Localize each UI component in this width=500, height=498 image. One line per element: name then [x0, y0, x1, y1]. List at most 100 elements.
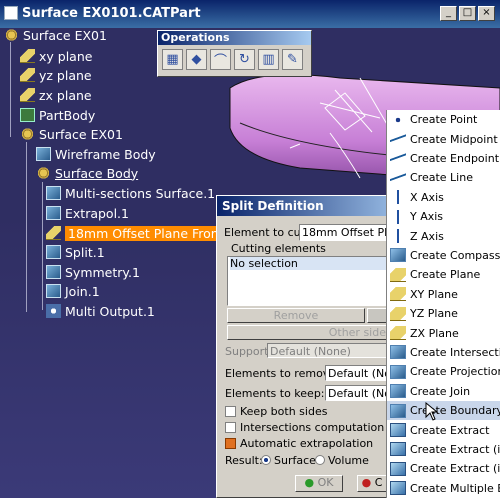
- tree-label: yz plane: [39, 67, 92, 83]
- extract-icon: [390, 481, 406, 496]
- output-icon: [46, 304, 61, 318]
- ok-icon: ●: [304, 476, 318, 489]
- tree-label: Symmetry.1: [65, 264, 140, 280]
- menu-item-z-axis[interactable]: Z Axis: [387, 226, 500, 245]
- tree-label: 18mm Offset Plane From: [65, 225, 226, 241]
- menu-item-create-line[interactable]: Create Line: [387, 168, 500, 187]
- fillet-icon[interactable]: ◆: [186, 49, 207, 70]
- tree-item-yz-plane[interactable]: yz plane: [20, 66, 92, 84]
- boundary-icon: [390, 403, 406, 418]
- join-icon: [390, 384, 406, 399]
- body-icon: [36, 166, 51, 180]
- close-button[interactable]: ×: [478, 6, 495, 21]
- context-menu: Create Point Create Midpoint Create Endp…: [386, 110, 500, 498]
- menu-item-create-endpoint[interactable]: Create Endpoint: [387, 149, 500, 168]
- maximize-button[interactable]: □: [459, 6, 476, 21]
- plane-icon: [20, 68, 35, 82]
- minimize-button[interactable]: _: [440, 6, 457, 21]
- intersections-checkbox[interactable]: [225, 422, 236, 433]
- menu-label: XY Plane: [410, 287, 458, 301]
- menu-item-xy-plane[interactable]: XY Plane: [387, 285, 500, 304]
- menu-label: Create Extract (in po: [410, 442, 500, 456]
- surface-label: Surface: [274, 454, 316, 467]
- intersections-label: Intersections computation: [240, 421, 385, 434]
- keep-both-sides-checkbox[interactable]: [225, 406, 236, 417]
- cancel-button[interactable]: ● C: [357, 475, 387, 492]
- ok-label: OK: [317, 476, 334, 489]
- tree-label: Join.1: [65, 283, 100, 299]
- tree-item-join[interactable]: Join.1: [46, 282, 100, 300]
- app-icon: [4, 6, 18, 20]
- intersection-icon: [390, 345, 406, 360]
- menu-item-create-plane[interactable]: Create Plane: [387, 265, 500, 284]
- menu-item-create-join[interactable]: Create Join: [387, 382, 500, 401]
- tree-item-wireframe-body[interactable]: Wireframe Body: [36, 145, 156, 163]
- tree-label: Surface EX01: [23, 27, 107, 43]
- transform-icon[interactable]: ↻: [234, 49, 255, 70]
- tree-item-multi-output[interactable]: Multi Output.1: [46, 302, 155, 320]
- boolean-icon[interactable]: ▦: [162, 49, 183, 70]
- mouse-cursor-icon: [425, 402, 439, 421]
- menu-item-create-point[interactable]: Create Point: [387, 110, 500, 129]
- menu-item-create-midpoint[interactable]: Create Midpoint: [387, 129, 500, 148]
- tree-item-split[interactable]: Split.1: [46, 243, 105, 261]
- menu-label: Create Extract: [410, 423, 490, 437]
- compass-icon: [390, 248, 406, 263]
- axis-icon: [390, 209, 406, 224]
- cutting-elements-label: Cutting elements: [231, 242, 326, 255]
- menu-item-multiple-extract[interactable]: Create Multiple Extra: [387, 479, 500, 498]
- menu-item-create-boundary[interactable]: Create Boundary: [387, 401, 500, 421]
- extract-icon[interactable]: ✎: [282, 49, 303, 70]
- split-icon[interactable]: ⌒: [210, 49, 231, 70]
- tree-item-symmetry[interactable]: Symmetry.1: [46, 263, 140, 281]
- tree-connector: [42, 182, 43, 310]
- volume-radio[interactable]: [315, 455, 325, 465]
- extrapolate-icon[interactable]: ▥: [258, 49, 279, 70]
- tree-item-surface-body[interactable]: Surface Body: [36, 164, 138, 182]
- menu-label: Create Midpoint: [410, 132, 498, 146]
- tree-item-zx-plane[interactable]: zx plane: [20, 86, 92, 104]
- tree-item-extrapol[interactable]: Extrapol.1: [46, 204, 129, 222]
- body-icon: [36, 147, 51, 161]
- plane-icon: [390, 287, 406, 302]
- window-title: Surface EX0101.CATPart: [22, 6, 201, 21]
- tree-item-root[interactable]: Surface EX01: [4, 26, 107, 44]
- extract-icon: [390, 442, 406, 457]
- plane-icon: [46, 226, 61, 240]
- surface-icon: [46, 265, 61, 279]
- tree-label: Extrapol.1: [65, 205, 129, 221]
- surface-radio[interactable]: [261, 455, 271, 465]
- plane-icon: [20, 49, 35, 63]
- toolbar-title[interactable]: Operations: [158, 31, 311, 45]
- tree-item-xy-plane[interactable]: xy plane: [20, 47, 92, 65]
- axis-icon: [390, 229, 406, 244]
- tree-item-offset-plane[interactable]: 18mm Offset Plane From: [46, 224, 226, 242]
- menu-item-extract-in-point[interactable]: Create Extract (in po: [387, 440, 500, 459]
- tree-label: Multi Output.1: [65, 303, 155, 319]
- remove-button[interactable]: Remove: [227, 308, 365, 323]
- auto-extrapolation-checkbox[interactable]: [225, 438, 236, 449]
- menu-item-compass-dir[interactable]: Create Compass Dir: [387, 246, 500, 265]
- menu-item-x-axis[interactable]: X Axis: [387, 188, 500, 207]
- menu-item-y-axis[interactable]: Y Axis: [387, 207, 500, 226]
- menu-item-create-intersection[interactable]: Create Intersection: [387, 343, 500, 362]
- menu-item-zx-plane[interactable]: ZX Plane: [387, 323, 500, 342]
- menu-item-yz-plane[interactable]: YZ Plane: [387, 304, 500, 323]
- tree-item-partbody[interactable]: PartBody: [20, 106, 95, 124]
- cancel-icon: ●: [361, 476, 375, 489]
- curve-icon: [390, 151, 406, 166]
- menu-item-extract-in-tangent[interactable]: Create Extract (in ta: [387, 459, 500, 478]
- tree-label: Surface EX01: [39, 126, 123, 142]
- cancel-label: C: [374, 476, 383, 489]
- tree-label: Surface Body: [55, 165, 139, 181]
- tree-item-multi-sections[interactable]: Multi-sections Surface.1: [46, 184, 215, 202]
- title-bar: Surface EX0101.CATPart _ □ ×: [0, 0, 500, 28]
- menu-label: X Axis: [410, 190, 444, 204]
- projection-icon: [390, 364, 406, 379]
- menu-item-create-extract[interactable]: Create Extract: [387, 420, 500, 439]
- menu-label: Create Endpoint: [410, 151, 500, 165]
- menu-item-create-projection[interactable]: Create Projection: [387, 362, 500, 381]
- ok-button[interactable]: ● OK: [295, 475, 343, 492]
- tree-item-surface-ex01[interactable]: Surface EX01: [20, 125, 123, 143]
- plane-icon: [390, 267, 406, 282]
